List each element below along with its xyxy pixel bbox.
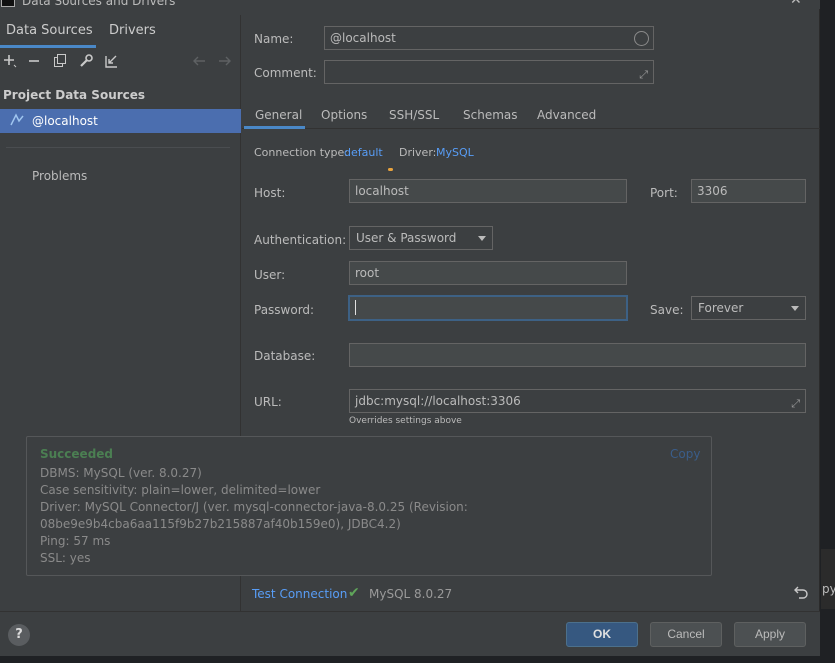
test-connection-link[interactable]: Test Connection: [252, 587, 347, 601]
active-tab-indicator: [244, 126, 305, 129]
expand-icon[interactable]: ⤢: [791, 393, 800, 415]
import-icon[interactable]: [104, 53, 120, 69]
left-tabs: Data Sources Drivers: [0, 15, 241, 48]
result-line: SSL: yes: [40, 551, 91, 565]
host-label: Host:: [254, 186, 286, 200]
url-label: URL:: [254, 395, 282, 409]
tab-data-sources[interactable]: Data Sources: [6, 23, 93, 38]
add-icon[interactable]: [2, 53, 18, 69]
data-source-label: @localhost: [32, 114, 98, 128]
url-value: jdbc:mysql://localhost:3306: [355, 394, 521, 408]
help-icon[interactable]: ?: [8, 624, 30, 646]
port-input[interactable]: 3306: [691, 179, 806, 203]
active-tab-indicator: [0, 45, 96, 48]
result-line: Driver: MySQL Connector/J (ver. mysql-co…: [40, 500, 468, 514]
check-icon: ✔: [348, 585, 360, 601]
result-line: DBMS: MySQL (ver. 8.0.27): [40, 466, 202, 480]
settings-tabs: General Options SSH/SSL Schemas Advanced: [242, 101, 820, 129]
url-field[interactable]: jdbc:mysql://localhost:3306 ⤢: [349, 389, 806, 413]
save-label: Save:: [650, 303, 684, 317]
password-input[interactable]: [348, 295, 628, 321]
forward-arrow-icon[interactable]: [217, 53, 233, 69]
connection-type-link[interactable]: default: [344, 146, 383, 159]
reset-icon[interactable]: [794, 584, 809, 603]
save-value: Forever: [698, 301, 744, 315]
back-arrow-icon[interactable]: [191, 53, 207, 69]
tab-schemas[interactable]: Schemas: [463, 108, 518, 122]
password-label: Password:: [254, 303, 315, 317]
driver-label: Driver:: [399, 146, 437, 159]
ok-button[interactable]: OK: [566, 622, 638, 647]
comment-label: Comment:: [254, 66, 317, 80]
background-window: [821, 549, 835, 609]
database-label: Database:: [254, 349, 316, 363]
authentication-label: Authentication:: [254, 233, 347, 247]
name-field[interactable]: @localhost: [324, 26, 654, 50]
connection-type-label: Connection type:: [254, 146, 349, 159]
title-bar: Data Sources and Drivers ✕: [0, 0, 820, 9]
tab-drivers[interactable]: Drivers: [109, 23, 156, 38]
copy-link[interactable]: Copy: [670, 447, 700, 461]
port-label: Port:: [650, 186, 678, 200]
data-source-item-localhost[interactable]: @localhost: [0, 109, 241, 133]
chevron-down-icon: [791, 306, 799, 311]
remove-icon[interactable]: [26, 53, 42, 69]
app-icon: [1, 0, 15, 7]
tab-general[interactable]: General: [255, 108, 302, 122]
chevron-down-icon: [478, 236, 486, 241]
host-input[interactable]: localhost: [349, 179, 627, 203]
text-caret: [355, 300, 356, 315]
duplicate-icon[interactable]: [52, 53, 68, 69]
status-text: Succeeded: [40, 447, 114, 461]
tab-options[interactable]: Options: [321, 108, 367, 122]
authentication-value: User & Password: [356, 231, 457, 245]
apply-button[interactable]: Apply: [734, 622, 806, 647]
divider: [6, 147, 230, 148]
wrench-icon[interactable]: [78, 53, 94, 69]
window-title: Data Sources and Drivers: [22, 0, 176, 8]
project-data-sources-heading: Project Data Sources: [3, 88, 146, 102]
problems-item[interactable]: Problems: [32, 169, 87, 183]
mysql-icon: [10, 113, 24, 127]
test-connection-popup: Succeeded Copy DBMS: MySQL (ver. 8.0.27)…: [26, 436, 712, 576]
notification-dot: [388, 168, 393, 171]
left-toolbar: [0, 53, 241, 73]
background-text: py: [822, 582, 835, 596]
result-line: Case sensitivity: plain=lower, delimited…: [40, 483, 321, 497]
result-line: 08be9e9b4cba6aa115f9b27b215887af40b159e0…: [40, 517, 401, 531]
close-icon[interactable]: ✕: [790, 0, 802, 8]
user-label: User:: [254, 268, 286, 282]
cancel-button[interactable]: Cancel: [650, 622, 722, 647]
name-value: @localhost: [330, 31, 396, 45]
tab-ssh-ssl[interactable]: SSH/SSL: [389, 108, 439, 122]
dialog-footer: ? OK Cancel Apply: [0, 611, 820, 656]
result-line: Ping: 57 ms: [40, 534, 111, 548]
driver-link[interactable]: MySQL: [436, 146, 474, 159]
color-picker-icon[interactable]: [634, 31, 649, 46]
database-input[interactable]: [349, 343, 806, 367]
user-input[interactable]: root: [349, 261, 627, 285]
tab-advanced[interactable]: Advanced: [537, 108, 596, 122]
data-sources-dialog: Data Sources and Drivers ✕ Data Sources …: [0, 0, 820, 656]
url-note: Overrides settings above: [349, 416, 462, 426]
authentication-select[interactable]: User & Password: [349, 226, 493, 250]
expand-icon[interactable]: ⤢: [639, 64, 648, 86]
save-select[interactable]: Forever: [691, 296, 806, 320]
test-result-text: MySQL 8.0.27: [369, 587, 453, 601]
name-label: Name:: [254, 32, 294, 46]
comment-field[interactable]: ⤢: [324, 60, 654, 84]
